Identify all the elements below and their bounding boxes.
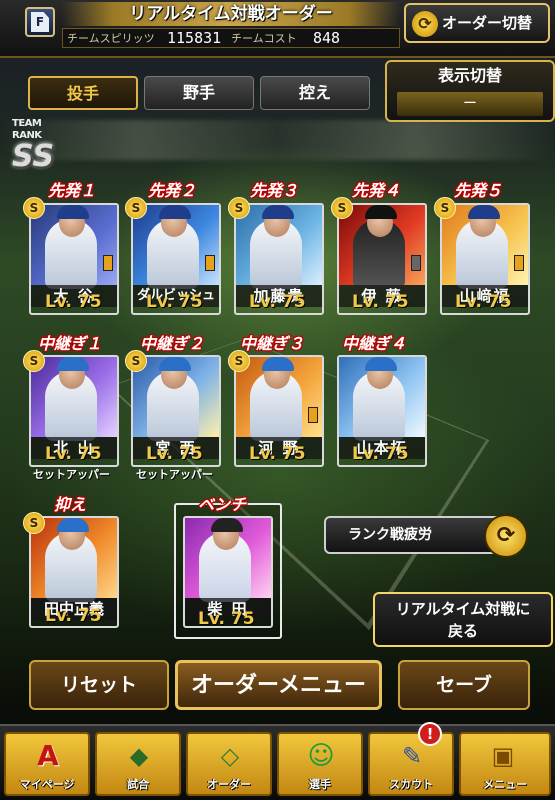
tab-reserve[interactable]: 控え — [260, 76, 370, 110]
player-cap — [365, 357, 397, 371]
order-menu-button[interactable]: オーダーメニュー — [175, 660, 382, 710]
return-to-realtime-button[interactable]: リアルタイム対戦に 戻る — [373, 592, 553, 647]
s-rank-badge-icon: S — [125, 197, 147, 219]
player-cap — [159, 357, 191, 371]
player-level: Lv. 75 — [146, 292, 203, 312]
team-spirit-label: チームスピリッツ — [67, 32, 155, 45]
condition-gauge — [411, 255, 421, 271]
display-switch[interactable]: 表示切替 ー — [385, 60, 555, 122]
s-rank-badge-icon: S — [23, 197, 45, 219]
team-cost-label: チームコスト — [231, 32, 297, 45]
nav-label: 試合 — [127, 778, 149, 791]
player-cap — [262, 357, 294, 371]
player-cap — [57, 518, 89, 532]
s-rank-badge-icon: S — [228, 350, 250, 372]
player-cap — [159, 205, 191, 219]
s-rank-badge-icon: S — [331, 197, 353, 219]
slot-label-bench: ベンチ — [198, 495, 247, 514]
player-cap — [57, 357, 89, 371]
nav-label: 選手 — [309, 778, 331, 791]
order-switch-button[interactable]: ⟳ オーダー切替 — [404, 3, 550, 43]
alert-badge: ! — [418, 722, 442, 746]
player-level: Lv. 75 — [146, 444, 203, 464]
team-rank: TEAM RANK SS — [12, 118, 72, 172]
player-cap — [468, 205, 500, 219]
nav-label: スカウト — [389, 778, 433, 791]
slot-label-starter-3: 先発３ — [250, 181, 299, 200]
player-cap — [211, 518, 243, 532]
slot-label-closer: 抑え — [54, 495, 87, 514]
player-level: Lv. 75 — [45, 444, 102, 464]
slot-label-reliever-4: 中継ぎ４ — [342, 334, 407, 353]
save-button[interactable]: セーブ — [398, 660, 530, 710]
role-tag: セットアッパー — [136, 468, 213, 481]
stadium-lights — [0, 120, 555, 160]
condition-gauge — [205, 255, 215, 271]
player-level: Lv. 75 — [45, 292, 102, 312]
slot-label-reliever-3: 中継ぎ３ — [240, 334, 305, 353]
nav-menu[interactable]: ▣ メニュー — [459, 732, 551, 796]
display-switch-title: 表示切替 — [437, 66, 502, 85]
player-level: Lv. 75 — [249, 292, 306, 312]
rank-fatigue-button[interactable]: ランク戦疲労 — [324, 516, 510, 554]
f-logo-icon[interactable]: F — [25, 7, 55, 37]
s-rank-badge-icon: S — [125, 350, 147, 372]
player-level: Lv. 75 — [249, 444, 306, 464]
return-line-1: リアルタイム対戦に — [395, 600, 531, 618]
player-cap — [262, 205, 294, 219]
s-rank-badge-icon: S — [434, 197, 456, 219]
team-rank-value: SS — [12, 139, 55, 174]
field-icon: ◇ — [220, 742, 240, 770]
player-level: Lv. 75 — [455, 292, 512, 312]
slot-label-reliever-1: 中継ぎ１ — [38, 334, 103, 353]
stadium-icon: ◆ — [129, 742, 149, 770]
slot-label-reliever-2: 中継ぎ２ — [140, 334, 205, 353]
refresh-icon: ⟳ — [412, 11, 438, 37]
team-cost-value: 848 — [313, 29, 341, 47]
condition-gauge — [514, 255, 524, 271]
menu-icon: ▣ — [491, 742, 515, 770]
team-stats-bar: チームスピリッツ 115831 チームコスト 848 — [62, 28, 400, 48]
nav-mypage[interactable]: A マイページ — [4, 732, 90, 796]
return-line-2: 戻る — [447, 622, 478, 640]
page-title: リアルタイム対戦オーダー — [62, 2, 400, 26]
nav-order[interactable]: ◇ オーダー — [186, 732, 272, 796]
slot-label-starter-5: 先発５ — [454, 181, 503, 200]
s-rank-badge-icon: S — [23, 512, 45, 534]
tab-fielder[interactable]: 野手 — [144, 76, 254, 110]
header-bar: F リアルタイム対戦オーダー チームスピリッツ 115831 チームコスト 84… — [0, 0, 555, 58]
player-cap — [57, 205, 89, 219]
s-rank-badge-icon: S — [23, 350, 45, 372]
bottom-nav: A マイページ ◆ 試合 ◇ オーダー ☺ 選手 ✎ スカウト ▣ メニュー — [0, 724, 555, 800]
refresh-icon[interactable]: ⟳ — [484, 514, 528, 558]
player-level: Lv. 75 — [198, 609, 255, 629]
f-logo-glyph: F — [31, 12, 49, 32]
slot-label-starter-1: 先発１ — [48, 181, 97, 200]
nav-label: マイページ — [19, 778, 75, 791]
nav-game[interactable]: ◆ 試合 — [95, 732, 181, 796]
condition-gauge — [308, 407, 318, 423]
tab-pitcher[interactable]: 投手 — [28, 76, 138, 110]
condition-gauge — [103, 255, 113, 271]
display-switch-value: ー — [397, 92, 543, 116]
reset-button[interactable]: リセット — [29, 660, 169, 710]
nav-players[interactable]: ☺ 選手 — [277, 732, 363, 796]
player-level: Lv. 75 — [352, 444, 409, 464]
team-spirit-value: 115831 — [167, 29, 222, 47]
nav-label: オーダー — [207, 778, 251, 791]
order-switch-label: オーダー切替 — [442, 14, 533, 32]
s-rank-badge-icon: S — [228, 197, 250, 219]
nav-scout[interactable]: ✎ スカウト — [368, 732, 454, 796]
a-logo-icon: A — [37, 739, 59, 772]
player-level: Lv. 75 — [352, 292, 409, 312]
slot-label-starter-4: 先発４ — [352, 181, 401, 200]
player-icon: ☺ — [307, 741, 335, 771]
slot-label-starter-2: 先発２ — [148, 181, 197, 200]
game-screen: F リアルタイム対戦オーダー チームスピリッツ 115831 チームコスト 84… — [0, 0, 555, 800]
role-tag: セットアッパー — [33, 468, 110, 481]
nav-label: メニュー — [483, 778, 527, 791]
player-cap — [365, 205, 397, 219]
player-level: Lv. 75 — [45, 606, 102, 626]
